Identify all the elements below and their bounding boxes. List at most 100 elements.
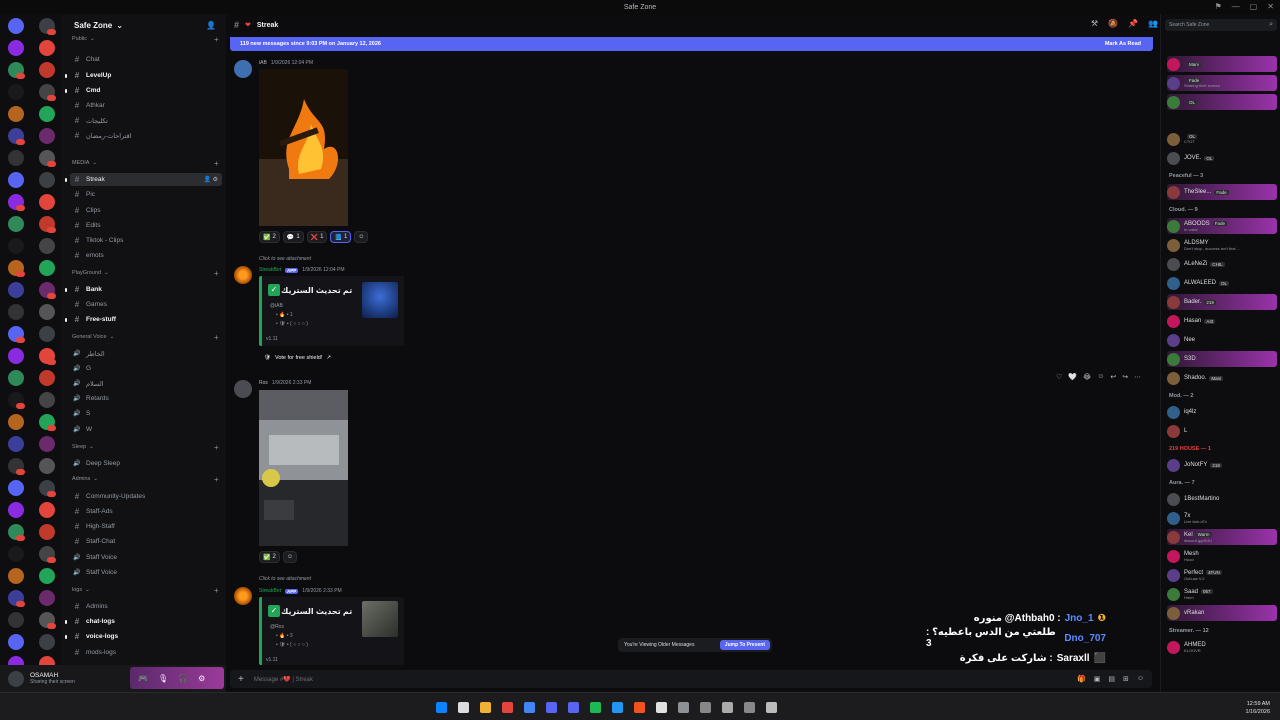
add-reaction-icon[interactable]: ☺ xyxy=(1097,373,1104,381)
server-icon[interactable] xyxy=(39,634,55,650)
channel-category[interactable]: Public ⌄ + xyxy=(72,35,219,44)
settings-icon[interactable] xyxy=(766,702,777,713)
channel-item[interactable]: # اقتراحات-رمضان xyxy=(70,129,222,142)
steam-icon[interactable] xyxy=(590,702,601,713)
channel-item[interactable]: # chat-logs xyxy=(65,615,222,628)
more-icon[interactable]: ⋯ xyxy=(1134,373,1141,381)
reply-icon[interactable]: ↩ xyxy=(1110,373,1116,381)
server-icon[interactable] xyxy=(39,370,55,386)
channel-item[interactable]: # emots xyxy=(70,249,222,262)
channel-item[interactable]: # voice-logs xyxy=(65,630,222,643)
server-icon[interactable] xyxy=(39,260,55,276)
channel-category[interactable]: General Voice ⌄ + xyxy=(72,333,219,342)
member-item[interactable]: 7x Live kick.d7x xyxy=(1167,510,1277,526)
taskbar-clock[interactable]: 12:59 AM 1/16/2026 xyxy=(1246,700,1270,716)
member-item[interactable]: Mani xyxy=(1167,56,1277,72)
channel-item[interactable]: # Staff-Ads xyxy=(70,505,222,518)
server-icon[interactable] xyxy=(8,106,24,122)
channel-item[interactable]: # Community-Updates xyxy=(70,490,222,503)
add-channel-icon[interactable]: + xyxy=(214,443,219,452)
member-item[interactable]: Nee xyxy=(1167,332,1277,348)
server-icon[interactable] xyxy=(39,238,55,254)
server-icon[interactable] xyxy=(39,326,55,342)
gift-icon[interactable]: 🎁 xyxy=(1077,675,1086,683)
sticker-icon[interactable]: ▤ xyxy=(1108,675,1115,683)
channel-item[interactable]: # Free-stuff xyxy=(65,313,222,326)
member-item[interactable]: JOVE. OL xyxy=(1167,150,1277,166)
channel-item[interactable]: # Edits xyxy=(70,219,222,232)
channel-item[interactable]: 🔊 Staff Voice xyxy=(70,566,222,579)
server-icon[interactable] xyxy=(39,590,55,606)
channel-item[interactable]: # Bank xyxy=(65,283,222,296)
notifications-icon[interactable]: 🔕 xyxy=(1108,19,1118,28)
server-icon[interactable] xyxy=(8,370,24,386)
channel-category[interactable]: logs ⌄ + xyxy=(72,586,219,595)
add-channel-icon[interactable]: + xyxy=(214,586,219,595)
embed-mention[interactable]: @Ros xyxy=(270,624,284,630)
app-icon[interactable] xyxy=(744,702,755,713)
headphones-icon[interactable]: 🎧 xyxy=(178,674,188,683)
channel-item[interactable]: # Admins xyxy=(70,600,222,613)
member-item[interactable]: Fade Sharing their screen xyxy=(1167,75,1277,91)
server-icon[interactable] xyxy=(8,612,24,628)
add-channel-icon[interactable]: + xyxy=(214,35,219,44)
channel-category[interactable]: Sleep ⌄ + xyxy=(72,443,219,452)
channel-category[interactable]: Admins ⌄ + xyxy=(72,475,219,484)
server-icon[interactable] xyxy=(8,18,24,34)
channel-category[interactable]: PlayGround ⌄ + xyxy=(72,269,219,278)
media-icon[interactable] xyxy=(502,702,513,713)
author-name[interactable]: Ros xyxy=(259,380,268,386)
channel-item[interactable]: # Staff-Chat xyxy=(70,535,222,548)
member-item[interactable]: Mesh Hood xyxy=(1167,548,1277,564)
channel-item[interactable]: # High-Staff xyxy=(70,520,222,533)
close-icon[interactable]: ✕ xyxy=(1267,2,1274,11)
channel-item[interactable]: 🔊 G xyxy=(70,362,222,375)
add-reaction-button[interactable]: ☺ xyxy=(354,231,369,243)
message-input[interactable]: Message #💔 | Streak xyxy=(254,676,313,683)
channel-item[interactable]: 🔊 الخاطر xyxy=(70,347,222,360)
server-icon[interactable] xyxy=(8,238,24,254)
server-icon[interactable] xyxy=(39,194,55,210)
emoji-icon[interactable]: ☺ xyxy=(1137,675,1144,683)
discord-icon[interactable] xyxy=(568,702,579,713)
member-item[interactable]: TheSlee... Fade xyxy=(1167,184,1277,200)
discord-icon[interactable] xyxy=(546,702,557,713)
server-icon[interactable] xyxy=(8,216,24,232)
jump-to-present-button[interactable]: Jump To Present xyxy=(719,640,770,650)
member-item[interactable]: Perfect 4FUN OutLaw V.2 xyxy=(1167,567,1277,583)
server-icon[interactable] xyxy=(8,568,24,584)
pin-icon[interactable]: 📌 xyxy=(1128,19,1138,28)
channel-item[interactable]: 🔊 Deep Sleep xyxy=(70,457,222,470)
member-item[interactable]: Bader. 219 xyxy=(1167,294,1277,310)
server-icon[interactable] xyxy=(8,40,24,56)
member-item[interactable]: JoNotFY 219 xyxy=(1167,457,1277,473)
member-item[interactable]: Shadoo. Mani xyxy=(1167,370,1277,386)
chrome-icon[interactable] xyxy=(524,702,535,713)
channel-item[interactable]: # Athkar xyxy=(70,99,222,112)
member-item[interactable]: ALWALEED OL xyxy=(1167,275,1277,291)
threads-icon[interactable]: ⚒ xyxy=(1091,19,1098,28)
member-item[interactable]: iq4lz xyxy=(1167,404,1277,420)
inbox-icon[interactable]: ⚑ xyxy=(1215,2,1222,11)
channel-item[interactable]: # Pic xyxy=(70,188,222,201)
app-icon[interactable] xyxy=(700,702,711,713)
channel-item[interactable]: 🔊 Retards xyxy=(70,392,222,405)
avatar[interactable] xyxy=(234,266,252,284)
member-item[interactable]: Hasan A4t xyxy=(1167,313,1277,329)
app-icon[interactable] xyxy=(678,702,689,713)
server-icon[interactable] xyxy=(39,62,55,78)
start-icon[interactable] xyxy=(436,702,447,713)
apps-icon[interactable]: ⊞ xyxy=(1123,675,1129,683)
server-icon[interactable] xyxy=(8,84,24,100)
channel-item[interactable]: 🔊 Staff Voice xyxy=(70,551,222,564)
avatar[interactable] xyxy=(234,380,252,398)
plus-icon[interactable]: + xyxy=(238,674,244,685)
search-icon[interactable] xyxy=(458,702,469,713)
server-icon[interactable] xyxy=(39,304,55,320)
server-icon[interactable] xyxy=(39,436,55,452)
server-icon[interactable] xyxy=(39,502,55,518)
member-item[interactable]: ALeNeZi CHIL xyxy=(1167,256,1277,272)
server-header[interactable]: Safe Zone ⌄ 👤 xyxy=(62,14,226,36)
reaction-chip[interactable]: ✅ 2 xyxy=(259,551,280,563)
server-icon[interactable] xyxy=(8,150,24,166)
